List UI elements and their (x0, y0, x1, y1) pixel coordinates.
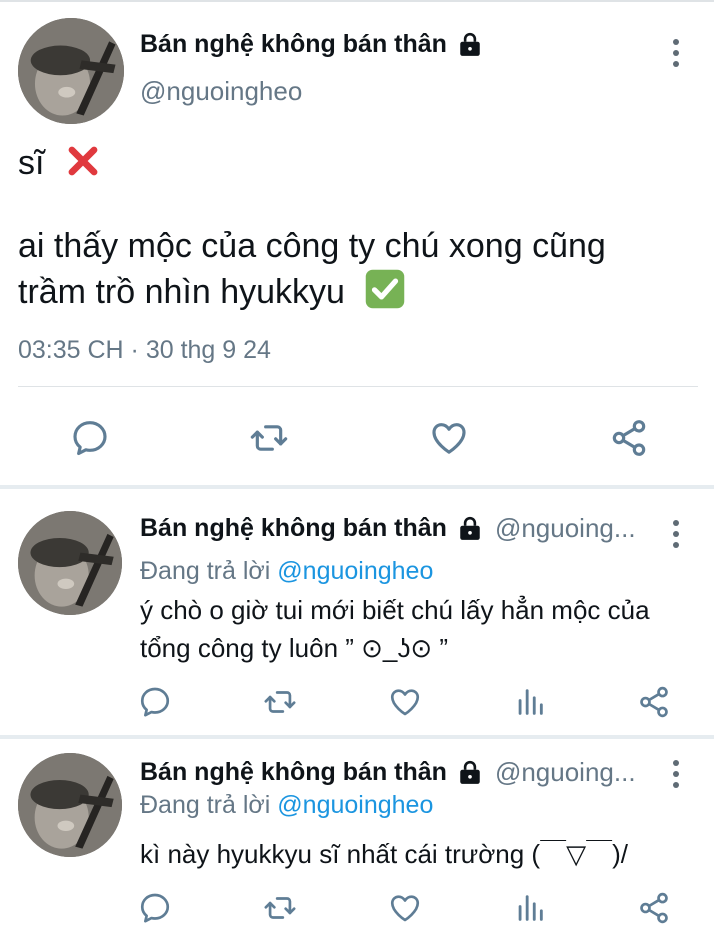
share-icon[interactable] (637, 891, 671, 925)
main-tweet: Bán nghệ không bán thân @nguoingheo sĩ a… (0, 2, 714, 485)
share-icon[interactable] (609, 418, 649, 458)
retweet-icon[interactable] (263, 685, 297, 719)
cross-mark-emoji (68, 146, 98, 176)
more-options-icon[interactable] (670, 519, 682, 549)
avatar[interactable] (18, 511, 122, 615)
avatar[interactable] (18, 753, 122, 857)
replying-prefix: Đang trả lời (140, 557, 271, 585)
reply-icon[interactable] (138, 891, 172, 925)
tweet-text-line: trầm trồ nhìn hyukkyu (18, 268, 406, 314)
handle[interactable]: @nguoingheo (140, 76, 302, 107)
replying-to: Đang trả lời @nguoingheo (140, 557, 433, 586)
retweet-icon[interactable] (249, 418, 289, 458)
like-icon[interactable] (388, 685, 422, 719)
replying-prefix: Đang trả lời (140, 791, 271, 819)
replying-to: Đang trả lời @nguoingheo (140, 791, 433, 820)
share-icon[interactable] (637, 685, 671, 719)
display-name[interactable]: Bán nghệ không bán thân (140, 758, 447, 787)
like-icon[interactable] (429, 418, 469, 458)
tweet-text: trầm trồ nhìn hyukkyu (18, 273, 345, 311)
timestamp[interactable]: 03:35 CH · 30 thg 9 24 (18, 336, 271, 365)
tweet-text: sĩ (18, 144, 45, 182)
check-mark-emoji (366, 269, 405, 309)
author-name-row[interactable]: Bán nghệ không bán thân (140, 30, 483, 59)
avatar[interactable] (18, 18, 124, 124)
reply-icon[interactable] (138, 685, 172, 719)
tweet-text: ai thấy mộc của công ty chú xong cũng (18, 227, 606, 265)
author-name-row[interactable]: Bán nghệ không bán thân @nguoing... (140, 513, 670, 544)
more-options-icon[interactable] (670, 38, 682, 68)
mention-link[interactable]: @nguoingheo (277, 791, 433, 819)
separator (18, 386, 698, 387)
tweet-text: ý chò o giờ tui mới biết chú lấy hẳn mộc… (140, 595, 650, 625)
handle[interactable]: @nguoing... (495, 757, 670, 788)
lock-icon (457, 516, 483, 542)
lock-icon (457, 32, 483, 58)
handle[interactable]: @nguoing... (495, 513, 670, 544)
display-name[interactable]: Bán nghệ không bán thân (140, 30, 447, 59)
author-name-row[interactable]: Bán nghệ không bán thân @nguoing... (140, 757, 670, 788)
reply-tweet[interactable]: Bán nghệ không bán thân @nguoing... Đang… (0, 739, 714, 945)
retweet-icon[interactable] (263, 891, 297, 925)
reply-tweet[interactable]: Bán nghệ không bán thân @nguoing... Đang… (0, 489, 714, 735)
display-name[interactable]: Bán nghệ không bán thân (140, 514, 447, 543)
analytics-icon[interactable] (513, 685, 547, 719)
tweet-text: kì này hyukkyu sĩ nhất cái trường (￣▽￣)/ (140, 839, 628, 869)
tweet-text: tổng công ty luôn ” ⊙_ʖ⊙ ” (140, 633, 449, 663)
tweet-text-line: ai thấy mộc của công ty chú xong cũng (18, 224, 606, 268)
reply-icon[interactable] (70, 418, 110, 458)
more-options-icon[interactable] (670, 759, 682, 789)
mention-link[interactable]: @nguoingheo (277, 557, 433, 585)
tweet-text-line: sĩ (18, 141, 102, 185)
analytics-icon[interactable] (513, 891, 547, 925)
like-icon[interactable] (388, 891, 422, 925)
lock-icon (457, 760, 483, 786)
